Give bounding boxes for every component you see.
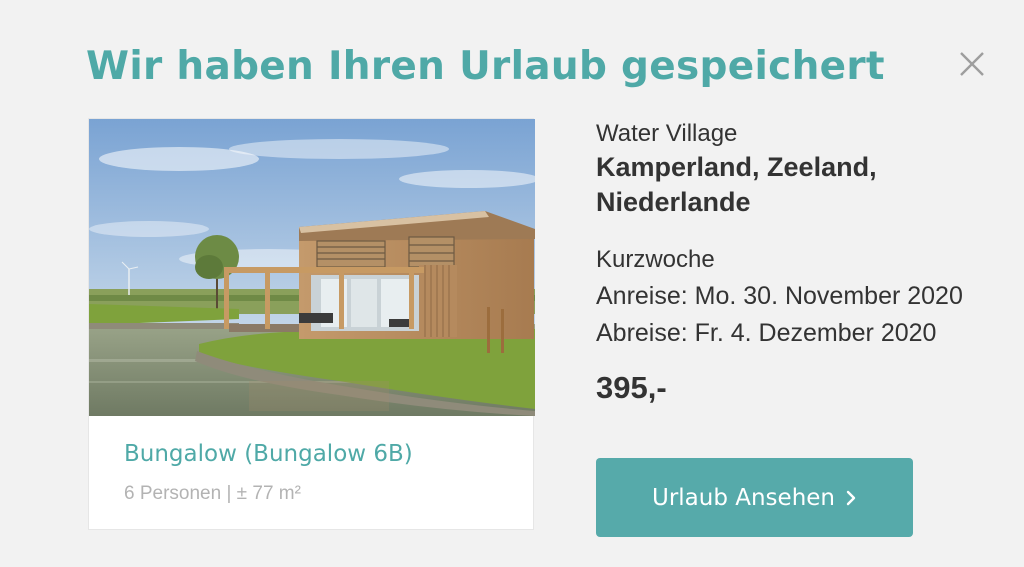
accommodation-card[interactable]: Bungalow (Bungalow 6B) 6 Personen | ± 77… <box>88 118 535 530</box>
stay-type: Kurzwoche <box>596 246 715 273</box>
departure-date: Abreise: Fr. 4. Dezember 2020 <box>596 319 937 347</box>
accommodation-details: 6 Personen | ± 77 m² <box>124 483 301 504</box>
close-icon[interactable] <box>956 48 988 80</box>
view-holiday-button-label: Urlaub Ansehen <box>651 484 835 511</box>
park-location: Kamperland, Zeeland, Niederlande <box>596 152 877 217</box>
park-name: Water Village <box>596 120 738 147</box>
price: 395,- <box>596 370 667 405</box>
view-holiday-button[interactable]: Urlaub Ansehen <box>596 458 913 537</box>
saved-holiday-modal: Wir haben Ihren Urlaub gespeichert Bunga… <box>0 0 1024 567</box>
chevron-right-icon <box>846 490 856 505</box>
arrival-date: Anreise: Mo. 30. November 2020 <box>596 282 963 310</box>
close-button[interactable] <box>956 48 988 80</box>
bungalow-photo[interactable] <box>89 119 535 416</box>
accommodation-name[interactable]: Bungalow (Bungalow 6B) <box>124 441 413 467</box>
modal-title: Wir haben Ihren Urlaub gespeichert <box>86 44 885 89</box>
booking-info: Water Village Kamperland, Zeeland, Niede… <box>596 120 1016 406</box>
